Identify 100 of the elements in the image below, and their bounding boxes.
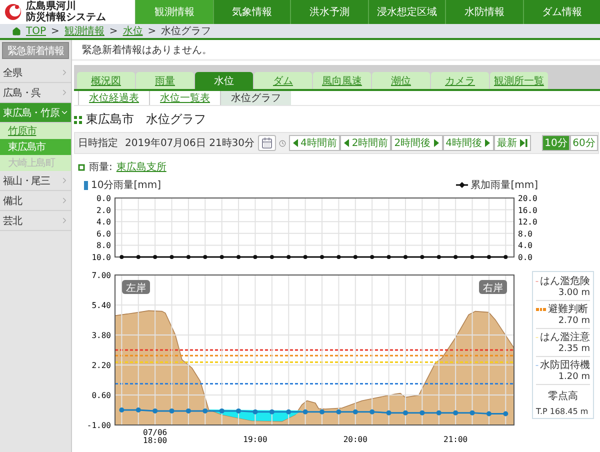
time-step-button[interactable]: 2時間後: [391, 135, 443, 151]
data-point: [169, 408, 174, 414]
elevation-value: T.P 168.45 m: [536, 407, 590, 416]
data-point: [352, 409, 358, 414]
sidebar-subitem[interactable]: 竹原市: [0, 123, 71, 139]
nav-tab[interactable]: 気象情報: [212, 0, 290, 24]
time-step-button[interactable]: 4時間前: [288, 135, 340, 151]
y-axis-label: 6.0: [96, 229, 111, 238]
date-value: 2019年07月06日 21時30分: [125, 136, 255, 150]
tab[interactable]: 概況図: [77, 72, 135, 89]
data-point: [286, 409, 292, 414]
square-bullet-icon: [78, 164, 85, 170]
data-point: [370, 409, 375, 414]
time-step-button[interactable]: 最新: [494, 135, 531, 151]
sub-tab[interactable]: 水位経過表: [78, 91, 149, 105]
rain-label: 雨量:: [89, 161, 112, 174]
data-point: [486, 411, 492, 416]
bank-badge: 左岸: [122, 280, 150, 294]
data-point: [504, 255, 508, 259]
tab[interactable]: 風向風速: [313, 72, 371, 89]
time-step-button[interactable]: 2時間前: [340, 135, 392, 151]
breadcrumb-link[interactable]: 水位: [122, 24, 143, 38]
left-triangle-icon: [342, 138, 350, 148]
data-point: [203, 255, 208, 259]
calendar-icon: [260, 137, 273, 149]
y-axis-label: 4.0: [518, 241, 532, 250]
breadcrumb-link[interactable]: TOP: [26, 26, 46, 36]
tab[interactable]: 雨量: [136, 72, 194, 89]
x-axis-label: 21:00: [444, 435, 468, 444]
date-label: 日時指定: [78, 136, 118, 150]
breadcrumb-separator: >: [51, 26, 60, 36]
data-point: [270, 255, 274, 259]
threshold-value: 2.70 m: [558, 316, 590, 326]
interval-toggle[interactable]: 10分: [542, 135, 570, 151]
y-axis-label: -1.00: [86, 421, 111, 430]
data-point: [454, 255, 458, 259]
data-point: [120, 255, 124, 259]
sidebar-item[interactable]: 東広島・竹原: [0, 103, 71, 123]
data-point: [302, 409, 308, 414]
tab[interactable]: 観測所一覧: [490, 72, 548, 89]
data-point: [303, 255, 308, 259]
data-point: [503, 411, 508, 416]
data-point: [253, 255, 258, 259]
data-point: [236, 408, 242, 414]
home-icon: [12, 26, 21, 36]
nav-tab[interactable]: 観測情報: [135, 0, 212, 24]
calendar-button[interactable]: [258, 135, 276, 151]
data-point: [370, 255, 374, 259]
nav-tab[interactable]: ダム情報: [522, 0, 600, 24]
threshold-name: 水防団待機: [540, 358, 590, 372]
breadcrumb-link[interactable]: 観測情報: [64, 24, 104, 38]
x-axis-label: 07/06 18:00: [143, 428, 168, 445]
data-point: [152, 408, 158, 414]
right-triangle-icon: [484, 138, 491, 148]
nav-tab[interactable]: 水防情報: [445, 0, 522, 24]
data-point: [320, 409, 325, 414]
threshold-value: 2.35 m: [558, 344, 590, 354]
data-point: [470, 255, 474, 259]
sidebar-subitem[interactable]: 東広島市: [0, 139, 71, 155]
chevron-right-icon: [60, 216, 69, 225]
tab[interactable]: 潮位: [372, 72, 430, 89]
data-point: [236, 255, 241, 259]
emergency-news-button[interactable]: 緊急新着情報: [2, 42, 69, 59]
y-axis-label: 7.00: [92, 271, 111, 280]
legend-bar-icon: [84, 180, 88, 190]
y-axis-label: 4.0: [96, 218, 111, 227]
x-axis-label: 19:00: [243, 435, 268, 444]
y-axis-label: 20.0: [518, 194, 538, 203]
sub-tab[interactable]: 水位グラフ: [220, 91, 291, 105]
data-point: [386, 255, 391, 259]
nav-tab[interactable]: 洪水予測: [290, 0, 368, 24]
grid-squares-icon: [74, 116, 82, 124]
tab[interactable]: 水位: [195, 72, 253, 89]
x-axis-label: 20:00: [343, 435, 368, 444]
nav-tab[interactable]: 浸水想定区域: [368, 0, 445, 24]
time-step-button[interactable]: 4時間後: [442, 135, 494, 151]
data-point: [269, 409, 274, 414]
left-triangle-icon: [292, 138, 298, 148]
chevron-down-icon: [60, 108, 69, 117]
logo-text: 広島県河川 防災情報システム: [26, 1, 106, 23]
clock-icon: [278, 138, 286, 148]
interval-toggle[interactable]: 60分: [570, 135, 598, 151]
chevron-right-icon: [60, 88, 69, 97]
y-axis-label: 16.0: [518, 206, 538, 215]
y-axis-label: 8.0: [96, 241, 111, 250]
data-point: [186, 408, 191, 414]
data-point: [119, 408, 124, 412]
chevron-right-icon: [60, 68, 69, 77]
data-point: [402, 410, 408, 416]
station-link[interactable]: 東広島支所: [116, 160, 166, 174]
threshold-name: はん濫注意: [540, 330, 590, 344]
tab[interactable]: ダム: [254, 72, 312, 89]
y-axis-label: 10.0: [92, 253, 111, 262]
data-point: [136, 408, 141, 412]
breadcrumb-separator: >: [148, 26, 156, 36]
page-title: 東広島市 水位グラフ: [86, 111, 206, 128]
tab[interactable]: カメラ: [431, 72, 489, 89]
y-axis-label: 0.0: [96, 194, 111, 203]
right-triangle-icon: [432, 138, 440, 148]
data-point: [202, 408, 208, 414]
